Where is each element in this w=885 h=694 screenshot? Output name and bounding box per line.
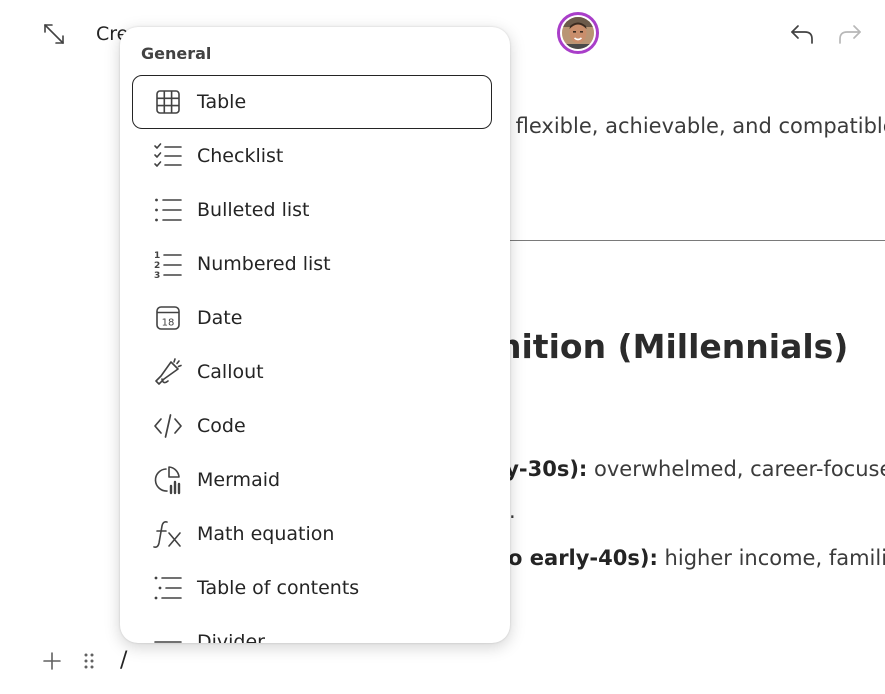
bullet-text: higher income, famili	[657, 546, 885, 570]
svg-text:3: 3	[154, 271, 160, 279]
menu-item-label: Table of contents	[197, 577, 360, 599]
bulleted-list-icon	[153, 195, 183, 225]
expand-button[interactable]	[38, 18, 70, 50]
svg-text:2: 2	[154, 261, 160, 271]
menu-item-label: Date	[197, 307, 243, 329]
svg-text:18: 18	[162, 318, 175, 329]
menu-list: Table Checklist Bulleted list 1 2 3 Numb…	[132, 75, 492, 643]
table-icon	[153, 87, 183, 117]
document-heading: nition (Millennials)	[498, 327, 849, 366]
menu-item-divider[interactable]: Divider	[132, 615, 492, 643]
drag-handle[interactable]	[80, 649, 98, 673]
document-bullet: ly-30s): overwhelmed, career-focuse	[498, 455, 885, 483]
expand-icon	[44, 24, 64, 44]
plus-icon	[43, 652, 61, 670]
menu-item-numbered-list[interactable]: 1 2 3 Numbered list	[132, 237, 492, 291]
menu-item-mermaid[interactable]: Mermaid	[132, 453, 492, 507]
menu-item-label: Code	[197, 415, 246, 437]
code-icon	[153, 411, 183, 441]
redo-icon	[839, 25, 861, 44]
avatar[interactable]	[557, 12, 599, 54]
menu-item-label: Callout	[197, 361, 264, 383]
bullet-text: overwhelmed, career-focuse	[587, 457, 885, 481]
undo-icon	[791, 25, 813, 44]
function-icon	[153, 519, 183, 549]
document-divider	[505, 240, 885, 241]
menu-item-label: Numbered list	[197, 253, 331, 275]
avatar-photo	[562, 17, 594, 49]
redo-button[interactable]	[832, 16, 868, 52]
bullet-bold-text: ly-30s):	[498, 457, 588, 481]
document-paragraph: s flexible, achievable, and compatible	[498, 114, 885, 138]
table-of-contents-icon	[153, 573, 183, 603]
menu-item-code[interactable]: Code	[132, 399, 492, 453]
slash-command-input[interactable]: /	[120, 648, 127, 674]
menu-item-label: Table	[197, 91, 247, 113]
drag-handle-icon	[84, 653, 94, 669]
menu-item-table[interactable]: Table	[132, 75, 492, 129]
calendar-icon: 18	[153, 303, 183, 333]
document-bullet: to early-40s): higher income, famili	[498, 544, 885, 572]
menu-section-title: General	[141, 44, 212, 63]
menu-item-label: Checklist	[197, 145, 284, 167]
menu-item-bulleted-list[interactable]: Bulleted list	[132, 183, 492, 237]
slash-command-menu: General Table Checklist Bulleted list 1 …	[120, 27, 510, 643]
menu-item-label: Divider	[197, 631, 265, 643]
megaphone-icon	[153, 357, 183, 387]
menu-item-callout[interactable]: Callout	[132, 345, 492, 399]
menu-item-date[interactable]: 18 Date	[132, 291, 492, 345]
bullet-bold-text: to early-40s):	[498, 546, 658, 570]
divider-icon	[153, 627, 183, 643]
menu-item-table-of-contents[interactable]: Table of contents	[132, 561, 492, 615]
menu-item-checklist[interactable]: Checklist	[132, 129, 492, 183]
menu-item-label: Bulleted list	[197, 199, 310, 221]
undo-button[interactable]	[784, 16, 820, 52]
svg-text:1: 1	[154, 251, 160, 261]
menu-item-math-equation[interactable]: Math equation	[132, 507, 492, 561]
numbered-list-icon: 1 2 3	[153, 249, 183, 279]
add-block-button[interactable]	[40, 649, 64, 673]
menu-item-label: Math equation	[197, 523, 335, 545]
checklist-icon	[153, 141, 183, 171]
mermaid-chart-icon	[153, 465, 183, 495]
menu-item-label: Mermaid	[197, 469, 281, 491]
